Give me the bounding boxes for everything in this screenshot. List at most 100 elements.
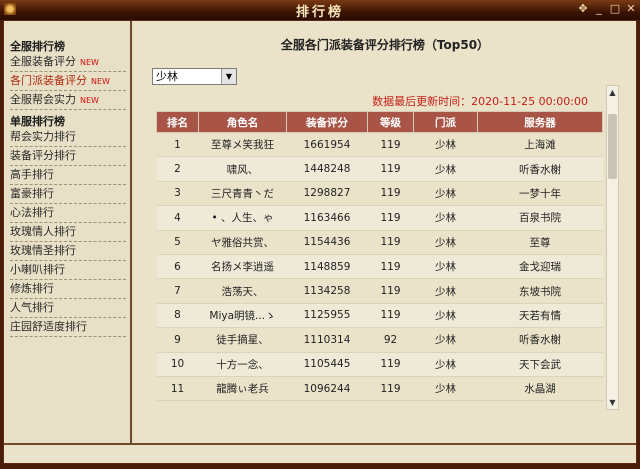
title-bar[interactable]: 排行榜 ✥ _ □ ✕ xyxy=(0,0,640,20)
cell-name: Miya明镜...ゝ xyxy=(198,303,287,329)
close-button[interactable]: ✕ xyxy=(624,2,638,16)
ranking-table: 排名 角色名 装备评分 等级 门派 服务器 1 至尊メ笑我狂 1661954 119 少… xyxy=(156,111,603,402)
pin-icon[interactable]: ✥ xyxy=(576,2,590,16)
bottom-bar xyxy=(4,443,636,463)
table-row[interactable]: 5 ヤ雅俗共赏、 1154436 119 少林 至尊 xyxy=(156,230,603,255)
cell-faction: 少林 xyxy=(413,205,478,231)
cell-rank: 1 xyxy=(156,132,199,158)
minimize-button[interactable]: _ xyxy=(592,2,606,16)
cell-name: • 、人生、ゃ xyxy=(198,205,287,231)
cell-rank: 3 xyxy=(156,181,199,207)
cell-score: 1110314 xyxy=(286,327,368,353)
cell-rank: 5 xyxy=(156,230,199,255)
scroll-thumb[interactable] xyxy=(608,114,617,179)
update-time: 数据最后更新时间：2020-11-25 00:00:00 xyxy=(372,95,588,108)
cell-level: 119 xyxy=(367,303,414,329)
table-row[interactable]: 1 至尊メ笑我狂 1661954 119 少林 上海滩 xyxy=(156,132,603,158)
cell-faction: 少林 xyxy=(413,230,478,255)
cell-name: 龍腾ぃ老兵 xyxy=(198,376,287,402)
new-badge: NEW xyxy=(80,96,99,105)
cell-server: 水晶湖 xyxy=(477,376,603,402)
table-row[interactable]: 6 名扬メ李逍遥 1148859 119 少林 金戈迎瑞 xyxy=(156,254,603,280)
cell-level: 119 xyxy=(367,376,414,402)
cell-faction: 少林 xyxy=(413,156,478,182)
table-row[interactable]: 4 • 、人生、ゃ 1163466 119 少林 百泉书院 xyxy=(156,205,603,231)
cell-level: 119 xyxy=(367,278,414,304)
window-title: 排行榜 xyxy=(295,5,344,20)
table-row[interactable]: 8 Miya明镜...ゝ 1125955 119 少林 天若有情 xyxy=(156,303,603,329)
table-row[interactable]: 9 徒手摘星、 1110314 92 少林 听香水榭 xyxy=(156,327,603,353)
cell-level: 119 xyxy=(367,254,414,280)
cell-server: 上海滩 xyxy=(477,132,603,158)
table-row[interactable]: 2 啸风、 1448248 119 少林 听香水榭 xyxy=(156,156,603,182)
cell-rank: 7 xyxy=(156,278,199,304)
cell-score: 1298827 xyxy=(286,181,368,207)
cell-faction: 少林 xyxy=(413,303,478,329)
sidebar-item-manor-rank[interactable]: 庄园舒适度排行 xyxy=(10,318,126,337)
sidebar-item-horn-rank[interactable]: 小喇叭排行 xyxy=(10,261,126,280)
sidebar-item-rich-rank[interactable]: 富豪排行 xyxy=(10,185,126,204)
col-score: 装备评分 xyxy=(286,111,368,133)
cell-server: 至尊 xyxy=(477,230,603,255)
cell-score: 1661954 xyxy=(286,132,368,158)
sidebar-item-equip-rank[interactable]: 装备评分排行 xyxy=(10,147,126,166)
cell-level: 119 xyxy=(367,352,414,377)
cell-score: 1154436 xyxy=(286,230,368,255)
cell-rank: 4 xyxy=(156,205,199,231)
table-row[interactable]: 11 龍腾ぃ老兵 1096244 119 少林 水晶湖 xyxy=(156,376,603,402)
cell-level: 119 xyxy=(367,156,414,182)
sidebar-item-all-equip[interactable]: 全服装备评分 NEW xyxy=(10,53,126,72)
scroll-down-icon[interactable]: ▼ xyxy=(607,396,618,409)
cell-rank: 9 xyxy=(156,327,199,353)
cell-name: 名扬メ李逍遥 xyxy=(198,254,287,280)
maximize-button[interactable]: □ xyxy=(608,2,622,16)
main-panel: 全服各门派装备评分排行榜（Top50） 少林 ▼ 数据最后更新时间：2020-1… xyxy=(134,21,636,443)
page-title: 全服各门派装备评分排行榜（Top50） xyxy=(280,38,490,52)
sidebar-item-cultivate-rank[interactable]: 修炼排行 xyxy=(10,280,126,299)
sidebar-item-faction-equip[interactable]: 各门派装备评分 NEW xyxy=(10,72,126,91)
sidebar-item-master-rank[interactable]: 高手排行 xyxy=(10,166,126,185)
cell-server: 东坡书院 xyxy=(477,278,603,304)
sidebar-item-popularity-rank[interactable]: 人气排行 xyxy=(10,299,126,318)
table-row[interactable]: 3 三尺青青丶だ 1298827 119 少林 一梦十年 xyxy=(156,181,603,207)
col-server: 服务器 xyxy=(477,111,603,133)
sidebar-item-skill-rank[interactable]: 心法排行 xyxy=(10,204,126,223)
cell-score: 1105445 xyxy=(286,352,368,377)
cell-level: 119 xyxy=(367,181,414,207)
cell-rank: 8 xyxy=(156,303,199,329)
scroll-up-icon[interactable]: ▲ xyxy=(607,86,618,99)
cell-name: ヤ雅俗共赏、 xyxy=(198,230,287,255)
vertical-scrollbar[interactable]: ▲ ▼ xyxy=(606,85,619,410)
sidebar: 全服排行榜 全服装备评分 NEW 各门派装备评分 NEW 全服帮会实力 NEW 单服排… xyxy=(4,21,132,443)
new-badge: NEW xyxy=(91,77,110,86)
col-rank: 排名 xyxy=(156,111,199,133)
col-faction: 门派 xyxy=(413,111,478,133)
sidebar-item-guild-power[interactable]: 全服帮会实力 NEW xyxy=(10,91,126,110)
cell-score: 1125955 xyxy=(286,303,368,329)
content-frame: 全服排行榜 全服装备评分 NEW 各门派装备评分 NEW 全服帮会实力 NEW 单服排… xyxy=(3,20,637,464)
col-level: 等级 xyxy=(367,111,414,133)
cell-server: 听香水榭 xyxy=(477,156,603,182)
cell-level: 119 xyxy=(367,132,414,158)
section-single-server: 单服排行榜 xyxy=(10,115,65,128)
cell-score: 1448248 xyxy=(286,156,368,182)
cell-faction: 少林 xyxy=(413,352,478,377)
new-badge: NEW xyxy=(80,58,99,67)
cell-rank: 10 xyxy=(156,352,199,377)
chevron-down-icon[interactable]: ▼ xyxy=(221,69,236,84)
cell-server: 听香水榭 xyxy=(477,327,603,353)
cell-faction: 少林 xyxy=(413,327,478,353)
cell-level: 119 xyxy=(367,230,414,255)
sidebar-item-rose-saint[interactable]: 玫瑰情圣排行 xyxy=(10,242,126,261)
cell-rank: 6 xyxy=(156,254,199,280)
cell-rank: 11 xyxy=(156,376,199,402)
sidebar-item-rose-lover[interactable]: 玫瑰情人排行 xyxy=(10,223,126,242)
cell-server: 天下会武 xyxy=(477,352,603,377)
table-row[interactable]: 10 十方一念、 1105445 119 少林 天下会武 xyxy=(156,352,603,377)
section-all-server: 全服排行榜 xyxy=(10,40,65,53)
cell-name: 啸风、 xyxy=(198,156,287,182)
sidebar-item-guild-rank[interactable]: 帮会实力排行 xyxy=(10,128,126,147)
table-row[interactable]: 7 浩荡天、 1134258 119 少林 东坡书院 xyxy=(156,278,603,304)
cell-name: 十方一念、 xyxy=(198,352,287,377)
faction-select[interactable]: 少林 ▼ xyxy=(152,68,237,85)
